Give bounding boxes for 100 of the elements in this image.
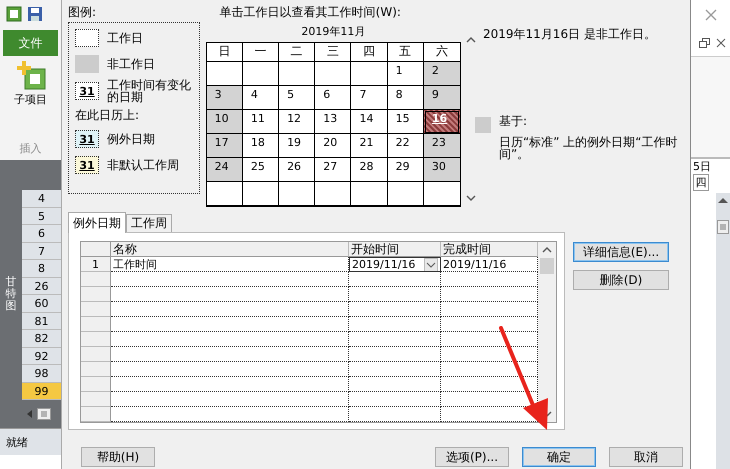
date-dropdown[interactable]: 2019/11/16: [349, 257, 441, 272]
tab[interactable]: 工作周: [126, 214, 172, 232]
scroll-up-icon: [718, 197, 728, 204]
dialog-button[interactable]: 帮助(H): [81, 447, 155, 467]
calendar-day[interactable]: 26: [279, 158, 316, 182]
month-title: 2019年11月: [300, 24, 366, 40]
calendar-day[interactable]: 7: [351, 86, 388, 110]
exception-swatch: [475, 117, 491, 133]
row-number[interactable]: 92: [22, 348, 61, 365]
dialog-button[interactable]: 选项(P)...: [435, 447, 509, 467]
calendar-day[interactable]: 1: [388, 62, 424, 86]
calendar-day[interactable]: 2: [424, 62, 460, 86]
row-number[interactable]: 8: [22, 260, 61, 278]
calendar-day[interactable]: 27: [315, 158, 352, 182]
empty-cell[interactable]: [349, 347, 441, 362]
calendar-day[interactable]: 14: [351, 110, 388, 134]
legend-label: 非工作日: [107, 58, 155, 70]
status-text: 就绪: [6, 434, 28, 450]
calendar-day[interactable]: 29: [388, 158, 424, 182]
row-number[interactable]: 81: [22, 312, 61, 330]
timescale-label: 5日: [693, 159, 711, 174]
calendar-prompt: 单击工作日以查看其工作时间(W):: [220, 4, 402, 21]
calendar-day[interactable]: 12: [279, 110, 316, 134]
scroll-thumb[interactable]: [540, 258, 554, 274]
empty-cell[interactable]: [349, 407, 441, 422]
calendar-day[interactable]: 28: [351, 158, 388, 182]
dialog-button[interactable]: 确定: [522, 447, 596, 467]
empty-cell[interactable]: [349, 332, 441, 347]
app-icon: [6, 6, 22, 22]
scroll-thumb-icon: [37, 408, 51, 420]
row-number[interactable]: 4: [22, 190, 61, 208]
row-number[interactable]: 60: [22, 295, 61, 312]
empty-cell[interactable]: [349, 377, 441, 392]
restore-icon: [699, 38, 710, 48]
scrollbar[interactable]: [716, 193, 730, 469]
empty-cell[interactable]: [349, 317, 441, 332]
row-number[interactable]: 98: [22, 365, 61, 382]
calendar-day[interactable]: 21: [351, 134, 388, 158]
day-status-text: 2019年11月16日 是非工作日。: [483, 26, 657, 43]
empty-cell[interactable]: [349, 272, 441, 287]
side-button[interactable]: 详细信息(E)...: [573, 242, 669, 262]
calendar-day[interactable]: 22: [388, 134, 424, 158]
subproject-icon: [16, 60, 46, 90]
calendar-day[interactable]: 25: [242, 158, 280, 182]
ribbon-group-label: 插入: [20, 141, 42, 156]
calendar-day[interactable]: 30: [424, 158, 460, 182]
empty-cell[interactable]: [349, 302, 441, 317]
scroll-thumb-icon: [717, 220, 729, 234]
calendar-day[interactable]: 10: [206, 110, 243, 134]
calendar-day[interactable]: 20: [315, 134, 352, 158]
legend-swatch: 31: [75, 130, 99, 148]
legend-label: 工作时间有变化的日期: [107, 79, 192, 103]
close-icon: [716, 38, 726, 48]
legend-swatch: [75, 29, 99, 47]
row-number[interactable]: 82: [22, 330, 61, 348]
column-header[interactable]: 名称: [111, 242, 349, 257]
dialog-button[interactable]: 取消: [609, 447, 683, 467]
calendar-day[interactable]: 18: [242, 134, 280, 158]
timescale-day: 四: [693, 174, 709, 191]
empty-cell[interactable]: [349, 362, 441, 377]
calendar-day[interactable]: 8: [388, 86, 424, 110]
legend-swatch: [75, 55, 99, 73]
row-number[interactable]: 5: [22, 208, 61, 225]
side-button[interactable]: 删除(D): [573, 270, 669, 290]
based-on-text: 日历“标准” 上的例外日期“工作时间”。: [499, 136, 678, 160]
legend-label: 非默认工作周: [107, 159, 179, 171]
file-tab[interactable]: 文件: [3, 30, 58, 56]
calendar-day[interactable]: 9: [424, 86, 460, 110]
empty-cell[interactable]: [349, 287, 441, 302]
row-number[interactable]: 26: [22, 278, 61, 295]
row-number[interactable]: 7: [22, 242, 61, 260]
column-header[interactable]: 开始时间: [349, 242, 441, 257]
calendar-day[interactable]: 4: [242, 86, 280, 110]
scroll-up-icon: [542, 246, 552, 254]
tab[interactable]: 例外日期: [68, 212, 126, 233]
legend-label: 工作日: [107, 32, 143, 44]
subproject-label[interactable]: 子项目: [14, 92, 47, 107]
calendar-day[interactable]: 6: [315, 86, 352, 110]
based-on-label: 基于:: [499, 113, 528, 130]
row-number[interactable]: 6: [22, 225, 61, 242]
row-number: 1: [81, 257, 111, 272]
calendar-day[interactable]: 16: [424, 110, 460, 134]
calendar-day[interactable]: 15: [388, 110, 424, 134]
calendar-day[interactable]: 23: [424, 134, 460, 158]
calendar-day[interactable]: 13: [315, 110, 352, 134]
calendar-day[interactable]: 24: [206, 158, 243, 182]
table-scrollbar[interactable]: [538, 242, 556, 422]
legend-label: 例外日期: [107, 133, 155, 145]
chevron-down-icon: [424, 258, 438, 272]
empty-cell[interactable]: [349, 392, 441, 407]
calendar-day[interactable]: 11: [242, 110, 280, 134]
view-label[interactable]: 甘特图: [6, 276, 16, 312]
calendar-day[interactable]: 3: [206, 86, 243, 110]
column-header[interactable]: 完成时间: [441, 242, 538, 257]
calendar-day[interactable]: 17: [206, 134, 243, 158]
scroll-up-icon: [466, 36, 476, 44]
legend-swatch: 31: [75, 82, 99, 100]
calendar-day[interactable]: 5: [279, 86, 316, 110]
calendar-day[interactable]: 19: [279, 134, 316, 158]
row-number[interactable]: 99: [22, 382, 61, 400]
